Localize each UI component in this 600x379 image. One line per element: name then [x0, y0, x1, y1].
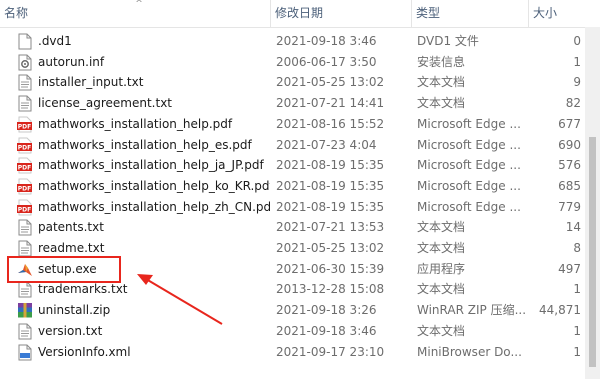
annotation-arrow [137, 274, 223, 325]
